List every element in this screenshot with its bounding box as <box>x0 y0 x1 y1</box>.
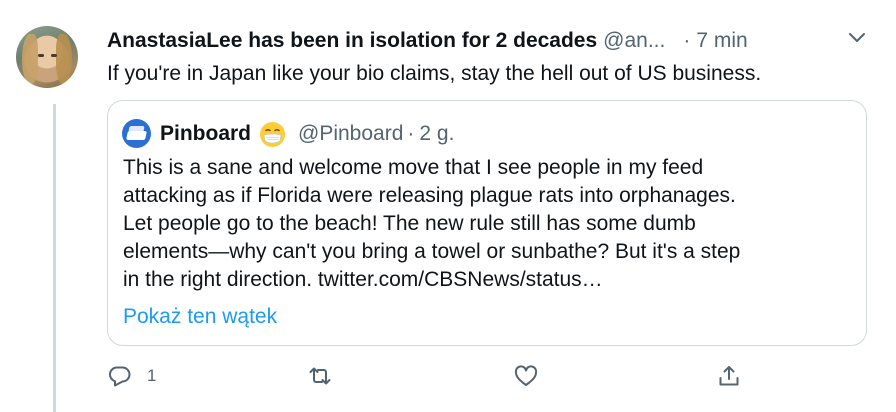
like-button[interactable] <box>513 360 553 392</box>
quoted-separator-dot: · <box>407 122 415 145</box>
reply-count: 1 <box>147 366 157 385</box>
tweet[interactable]: AnastasiaLee has been in isolation for 2… <box>0 0 896 412</box>
retweet-button[interactable] <box>307 360 347 392</box>
quoted-tweet-header: Pinboard @Pinboard · 2 g. <box>160 119 454 149</box>
like-icon <box>514 365 538 386</box>
separator-dot: · <box>683 29 691 52</box>
retweet-icon <box>309 367 331 385</box>
quoted-timestamp[interactable]: 2 g. <box>419 122 454 146</box>
quoted-text-line: attacking as if Florida were releasing p… <box>123 184 736 207</box>
share-icon <box>719 366 739 386</box>
quoted-text-line: This is a sane and welcome move that I s… <box>123 156 704 179</box>
quoted-avatar[interactable] <box>122 119 151 148</box>
reply-button[interactable]: 1 <box>107 360 156 392</box>
timestamp[interactable]: 7 min <box>696 29 747 53</box>
mask-emoji-icon <box>259 121 286 148</box>
share-button[interactable] <box>716 360 742 392</box>
tweet-header: AnastasiaLee has been in isolation for 2… <box>107 27 748 55</box>
user-handle[interactable]: @an... <box>603 29 665 53</box>
tweet-actions: 1 <box>107 360 747 392</box>
quoted-text-line: Let people go to the beach! The new rule… <box>123 212 696 235</box>
thread-connector-line <box>53 104 56 412</box>
show-thread-link[interactable]: Pokaż ten wątek <box>123 303 277 331</box>
avatar[interactable] <box>16 26 78 88</box>
tweet-text: If you're in Japan like your bio claims,… <box>107 62 762 85</box>
quoted-text-line: in the right direction. twitter.com/CBSN… <box>123 268 603 291</box>
more-options-button[interactable] <box>846 30 868 46</box>
reply-icon <box>109 366 131 387</box>
display-name[interactable]: AnastasiaLee has been in isolation for 2… <box>107 29 597 53</box>
quoted-tweet[interactable]: Pinboard @Pinboard · 2 g. This is a sane… <box>107 100 867 346</box>
quoted-text-line: elements—why can't you bring a towel or … <box>123 240 741 263</box>
quoted-user-handle[interactable]: @Pinboard <box>298 122 403 146</box>
quoted-tweet-text: This is a sane and welcome move that I s… <box>123 154 858 294</box>
chevron-down-icon <box>849 33 865 42</box>
quoted-display-name[interactable]: Pinboard <box>160 122 251 146</box>
